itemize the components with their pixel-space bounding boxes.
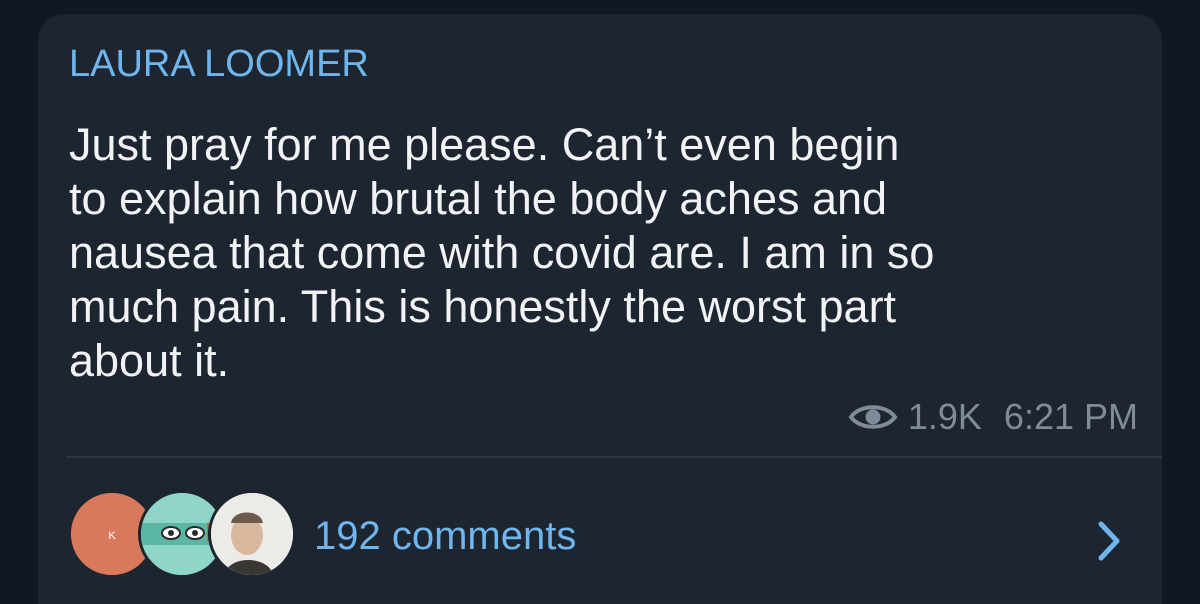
svg-text:K: K	[108, 530, 116, 542]
eye-icon	[848, 401, 898, 433]
view-count: 1.9K	[907, 396, 982, 437]
comments-count-label[interactable]: 192 comments	[314, 512, 576, 560]
chevron-right-icon[interactable]	[1096, 520, 1122, 567]
message-line: much pain. This is honestly the worst pa…	[69, 281, 897, 332]
message-text: Just pray for me please. Can’t even begi…	[69, 118, 1129, 388]
divider	[66, 456, 1162, 458]
message-line: Just pray for me please. Can’t even begi…	[69, 119, 900, 170]
message-line: about it.	[69, 335, 230, 386]
message-meta: 1.9K 6:21 PM	[848, 395, 1138, 439]
commenter-avatars: K	[68, 490, 296, 580]
message-time: 6:21 PM	[1003, 396, 1138, 437]
message-line: to explain how brutal the body aches and	[69, 173, 888, 224]
message-bubble[interactable]: LAURA LOOMER Just pray for me please. Ca…	[38, 14, 1162, 604]
comments-button[interactable]: K 192 comments	[38, 460, 1162, 604]
avatar	[208, 490, 296, 578]
message-line: nausea that come with covid are. I am in…	[69, 227, 935, 278]
channel-view: LAURA LOOMER Just pray for me please. Ca…	[0, 0, 1200, 604]
sender-name[interactable]: LAURA LOOMER	[69, 41, 369, 87]
